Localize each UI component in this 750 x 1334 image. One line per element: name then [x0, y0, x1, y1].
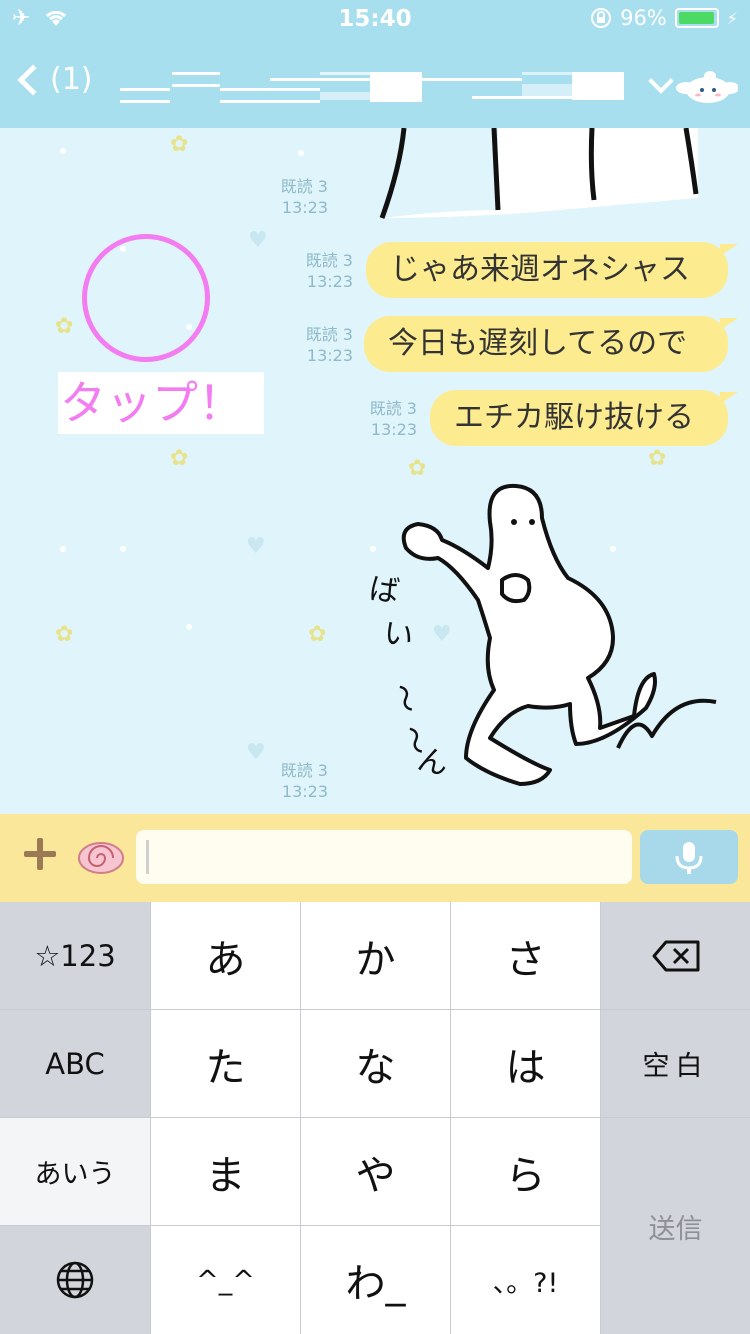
- battery-percent: 96%: [620, 6, 667, 30]
- globe-key[interactable]: [0, 1226, 150, 1334]
- delete-key[interactable]: [601, 902, 750, 1009]
- flower-pattern-icon: ✿: [55, 314, 74, 339]
- message-meta: 既読 3 13:23: [320, 398, 417, 440]
- message-time: 13:23: [306, 346, 353, 365]
- message-meta: 既読 3 13:23: [230, 176, 328, 218]
- japanese-keyboard: ☆123 あ か さ ABC た な は 空白 あいう ま や ら 送信 ^_^…: [0, 902, 750, 1334]
- message-bubble[interactable]: じゃあ来週オネシャス: [366, 242, 738, 298]
- message-time: 13:23: [370, 420, 417, 439]
- backspace-icon: [652, 940, 699, 971]
- pattern-dot: [60, 546, 66, 552]
- key-kana[interactable]: あいう: [0, 1118, 150, 1225]
- battery-icon: [674, 8, 719, 28]
- flower-pattern-icon: ✿: [308, 622, 327, 647]
- heart-pattern-icon: ♥: [246, 534, 266, 559]
- key-ma[interactable]: ま: [151, 1118, 300, 1225]
- flower-pattern-icon: ✿: [170, 446, 189, 471]
- back-chevron-icon: [17, 63, 49, 96]
- message-meta: 既読 3 13:23: [230, 760, 328, 802]
- status-right: 96% ⚡: [590, 6, 738, 30]
- key-ta[interactable]: た: [151, 1010, 300, 1117]
- read-receipt: 既読 3: [305, 251, 353, 270]
- message-time: 13:23: [281, 782, 328, 801]
- read-receipt: 既読 3: [280, 761, 328, 780]
- read-receipt: 既読 3: [305, 325, 353, 344]
- svg-text:〜: 〜: [382, 679, 425, 719]
- charging-icon: ⚡: [726, 8, 738, 28]
- svg-text:い: い: [381, 615, 417, 655]
- pattern-dot: [298, 150, 304, 156]
- pattern-dot: [120, 546, 126, 552]
- key-a[interactable]: あ: [151, 902, 300, 1009]
- key-abc[interactable]: ABC: [0, 1010, 150, 1117]
- message-meta: 既読 3 13:23: [254, 250, 353, 292]
- running-man-sticker[interactable]: ば い 〜 〜 ん: [356, 478, 730, 798]
- flower-pattern-icon: ✿: [648, 446, 667, 471]
- message-time: 13:23: [306, 272, 353, 291]
- read-receipt: 既読 3: [369, 399, 417, 418]
- redacted-chat-title: [120, 70, 625, 104]
- rotation-lock-icon: [591, 8, 612, 28]
- message-bubble[interactable]: 今日も遅刻してるので: [364, 316, 738, 372]
- globe-icon: [56, 1261, 94, 1299]
- pattern-dot: [186, 624, 192, 630]
- message-bubble[interactable]: エチカ駆け抜ける: [430, 390, 738, 446]
- message-input-bar: [0, 814, 750, 902]
- key-wa[interactable]: わ_: [301, 1226, 450, 1334]
- key-space[interactable]: 空白: [601, 1010, 750, 1117]
- key-ka[interactable]: か: [301, 902, 450, 1009]
- message-input[interactable]: [136, 830, 632, 884]
- key-ra[interactable]: ら: [451, 1118, 600, 1225]
- message-meta: 既読 3 13:23: [254, 324, 353, 366]
- key-sa[interactable]: さ: [451, 902, 600, 1009]
- flower-pattern-icon: ✿: [55, 622, 74, 647]
- sticker-fragment[interactable]: [378, 128, 708, 220]
- key-emoticon[interactable]: ^_^: [151, 1226, 300, 1334]
- status-bar: ✈ 15:40 96% ⚡: [0, 0, 750, 40]
- send-key[interactable]: 送信: [601, 1118, 750, 1334]
- read-receipt: 既読 3: [280, 177, 328, 196]
- microphone-icon: [675, 842, 703, 874]
- cinnamoroll-icon[interactable]: [676, 70, 738, 104]
- key-punctuation[interactable]: 、。?!: [451, 1226, 600, 1334]
- key-ha[interactable]: は: [451, 1010, 600, 1117]
- tap-hint-label: タップ！: [58, 372, 264, 434]
- unread-badge: (1): [50, 62, 93, 97]
- dropdown-chevron-icon[interactable]: [648, 68, 674, 94]
- pattern-dot: [60, 148, 66, 154]
- svg-text:ば: ば: [367, 571, 402, 610]
- chat-area[interactable]: ✿ ✿ ✿ ✿ ✿ ✿ ✿ ♥ ♥ ♥ ♥ 既読 3 13:23 タップ！ 既読…: [0, 128, 750, 814]
- text-caret: [146, 840, 149, 874]
- key-na[interactable]: な: [301, 1010, 450, 1117]
- cinnamon-roll-icon[interactable]: [76, 834, 126, 876]
- voice-input-button[interactable]: [640, 830, 738, 884]
- tap-hint-circle: [82, 234, 210, 362]
- flower-pattern-icon: ✿: [170, 132, 189, 157]
- message-time: 13:23: [281, 198, 328, 217]
- back-button[interactable]: (1): [17, 62, 93, 97]
- chat-header: (1): [0, 40, 750, 128]
- plus-icon[interactable]: [20, 834, 60, 874]
- key-numbers[interactable]: ☆123: [0, 902, 150, 1009]
- key-ya[interactable]: や: [301, 1118, 450, 1225]
